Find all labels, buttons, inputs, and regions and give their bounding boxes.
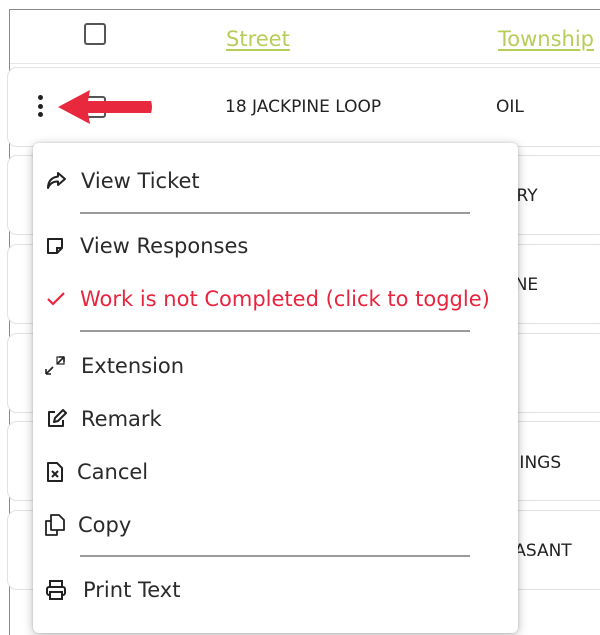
menu-item-print-text[interactable]: Print Text [33,570,518,610]
menu-item-toggle-work-completed[interactable]: Work is not Completed (click to toggle) [33,279,518,319]
menu-item-label: Print Text [83,578,181,602]
note-icon [43,234,67,258]
menu-item-cancel[interactable]: Cancel [33,452,518,492]
column-header-township[interactable]: Township [498,27,594,51]
menu-item-label: View Responses [80,234,249,258]
annotation-arrow-icon [58,90,152,124]
menu-item-label: Remark [81,407,162,431]
menu-item-label: View Ticket [81,169,200,193]
street-cell: 18 JACKPINE LOOP [225,97,382,117]
edit-icon [44,407,68,431]
menu-item-label: Cancel [77,460,149,484]
printer-icon [44,578,68,602]
menu-divider [80,330,470,332]
copy-icon [43,513,67,537]
menu-item-remark[interactable]: Remark [33,399,518,439]
menu-item-label: Extension [81,354,185,378]
select-all-checkbox[interactable] [84,23,106,45]
kebab-dot [37,103,43,109]
menu-item-copy[interactable]: Copy [33,505,518,545]
menu-divider [80,212,470,214]
township-cell: OIL [496,97,524,117]
cancel-file-icon [43,460,67,484]
expand-arrows-icon [43,354,67,378]
menu-item-view-ticket[interactable]: View Ticket [33,161,518,201]
row-context-menu: View Ticket View Responses Work is not C… [33,143,518,633]
menu-item-extension[interactable]: Extension [33,346,518,386]
kebab-dot [37,95,43,100]
column-header-street[interactable]: Street [226,27,290,51]
menu-divider [80,555,470,557]
kebab-dot [37,112,43,117]
check-icon [44,287,68,311]
table-header: Street Township [10,10,600,64]
menu-item-label: Copy [78,513,132,537]
row-actions-kebab-icon[interactable] [36,95,44,117]
menu-item-label: Work is not Completed (click to toggle) [80,287,490,311]
menu-item-view-responses[interactable]: View Responses [33,226,518,266]
share-arrow-icon [44,169,68,193]
